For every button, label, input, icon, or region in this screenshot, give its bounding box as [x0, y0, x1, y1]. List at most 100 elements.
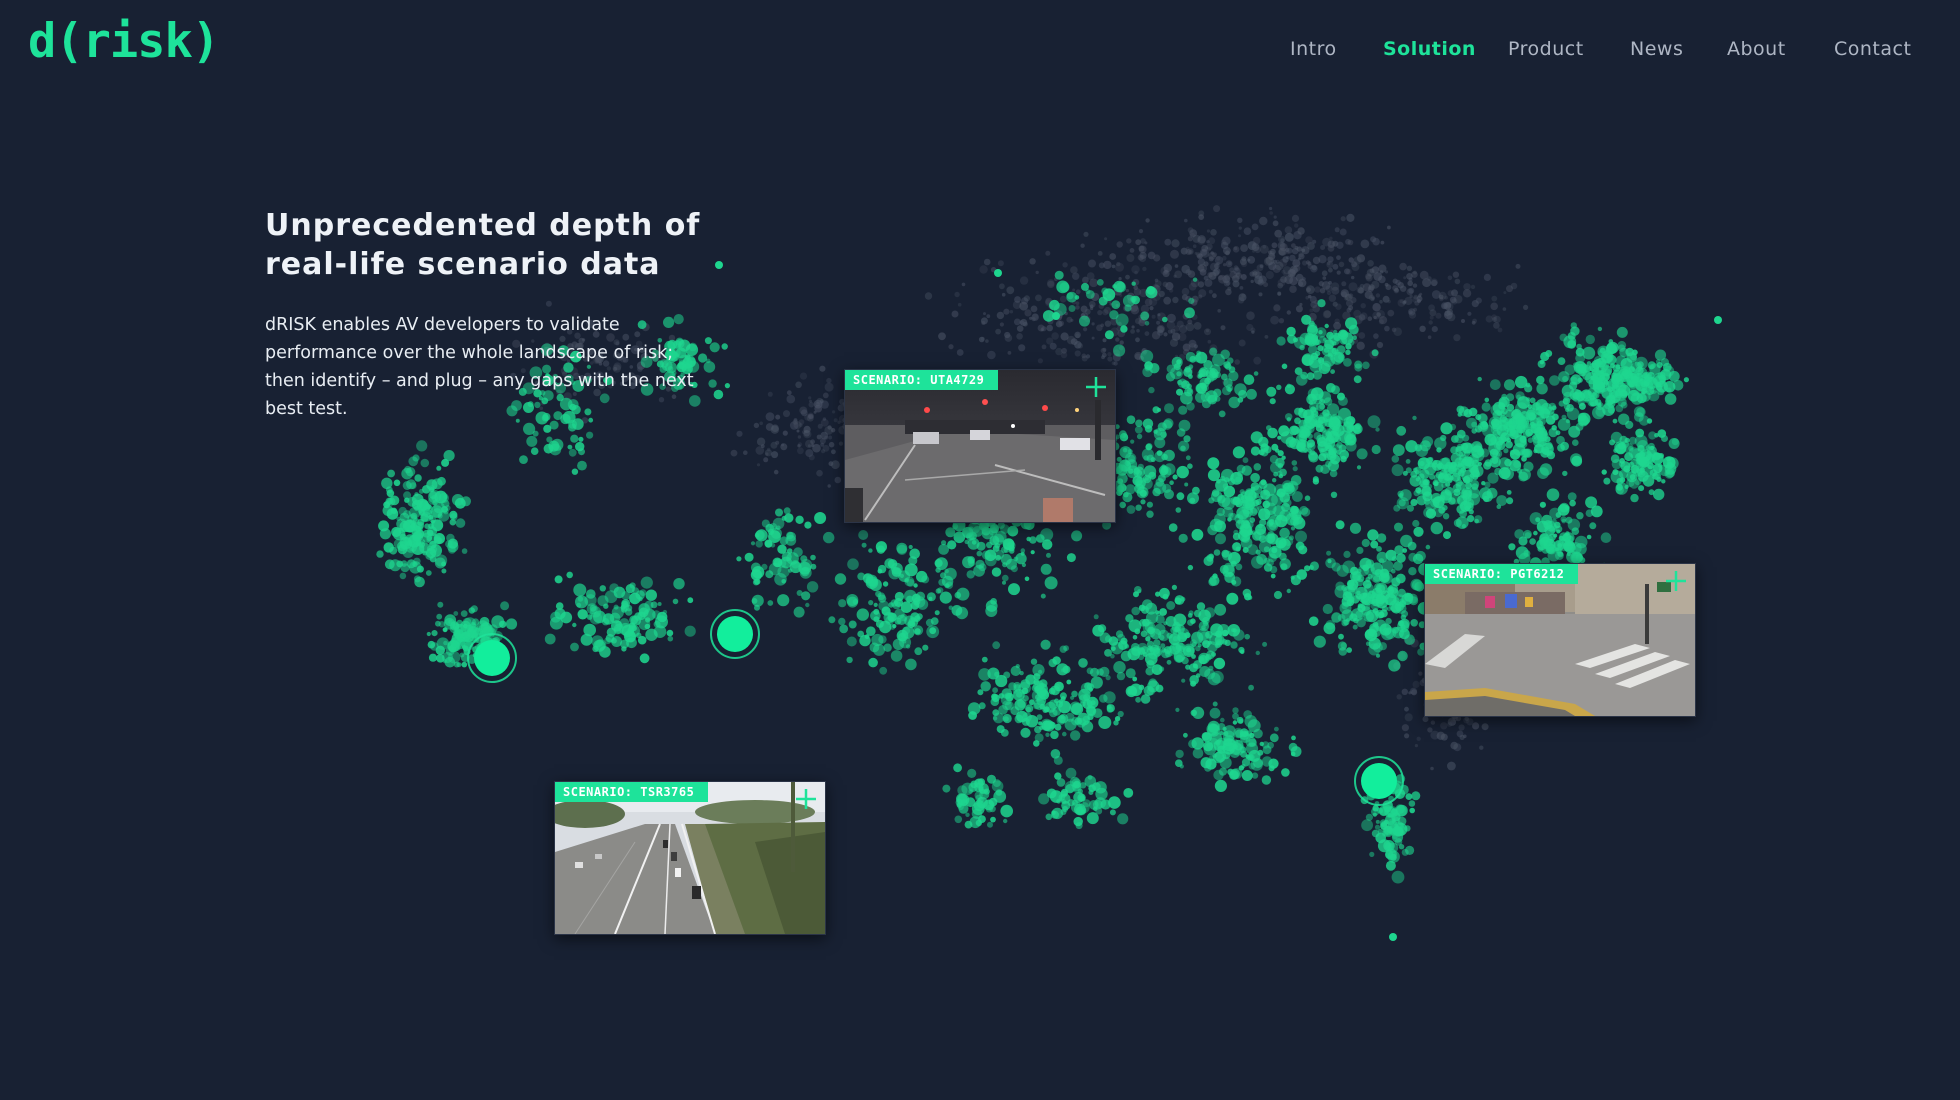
nav-product[interactable]: Product	[1508, 38, 1584, 60]
map-scenario-dot	[1495, 440, 1506, 451]
map-scenario-dot	[953, 763, 962, 773]
nav-contact[interactable]: Contact	[1834, 38, 1911, 60]
map-haze-dot	[1346, 213, 1355, 222]
map-scenario-dot	[1131, 295, 1140, 305]
map-scenario-dot	[1309, 359, 1323, 373]
map-scenario-dot	[1535, 517, 1541, 523]
map-scenario-dot	[1627, 389, 1640, 402]
drisk-logo[interactable]: d(risk)	[28, 18, 220, 65]
scenario-card-pgt6212[interactable]: SCENARIO: PGT6212	[1424, 563, 1696, 717]
map-scenario-dot	[1134, 628, 1141, 635]
map-haze-dot	[1356, 254, 1366, 263]
map-haze-dot	[1444, 302, 1454, 311]
map-haze-dot	[1188, 282, 1197, 291]
map-scenario-dot	[1086, 667, 1094, 675]
map-scenario-dot	[1278, 473, 1284, 479]
map-scenario-dot	[1036, 714, 1043, 720]
map-scenario-dot	[1266, 520, 1274, 527]
map-haze-dot	[1367, 316, 1373, 322]
map-haze-dot	[1144, 241, 1148, 245]
nav-about[interactable]: About	[1727, 38, 1786, 60]
map-scenario-dot	[968, 789, 973, 794]
map-scenario-dot	[1397, 650, 1408, 662]
map-scenario-dot	[1181, 678, 1186, 683]
map-scenario-dot	[1299, 424, 1312, 438]
scenario-card-uta4729[interactable]: SCENARIO: UTA4729	[844, 369, 1116, 523]
map-haze-dot	[786, 394, 796, 404]
map-haze-dot	[1417, 294, 1422, 298]
map-haze-dot	[1431, 326, 1438, 333]
map-haze-dot	[1107, 352, 1112, 357]
plus-icon[interactable]	[1085, 376, 1107, 398]
map-scenario-dot	[1537, 467, 1549, 479]
map-scenario-dot	[1369, 851, 1375, 858]
map-haze-dot	[1367, 260, 1374, 267]
map-haze-dot	[1404, 733, 1410, 739]
map-haze-dot	[1450, 741, 1458, 750]
map-scenario-dot	[1463, 476, 1469, 481]
map-scenario-dot	[828, 616, 836, 624]
map-scenario-dot	[1271, 547, 1278, 554]
scenario-card-tsr3765[interactable]: SCENARIO: TSR3765	[554, 781, 826, 935]
plus-icon[interactable]	[795, 788, 817, 810]
map-scenario-dot	[976, 796, 988, 809]
map-scenario-dot	[1405, 459, 1411, 464]
map-scenario-dot	[1123, 491, 1129, 498]
map-scenario-dot	[1529, 538, 1536, 545]
map-haze-dot	[1223, 280, 1230, 287]
map-scenario-dot	[1266, 425, 1272, 431]
map-scenario-dot	[1558, 535, 1564, 541]
map-haze-dot	[1371, 266, 1380, 274]
map-scenario-dot	[1391, 464, 1404, 477]
nav-intro[interactable]: Intro	[1290, 38, 1337, 60]
map-scenario-dot	[940, 572, 947, 579]
map-scenario-dot	[1457, 463, 1463, 468]
map-scenario-dot	[1322, 603, 1333, 615]
map-scenario-dot	[441, 568, 447, 574]
nav-news[interactable]: News	[1630, 38, 1683, 60]
map-scenario-dot	[1178, 405, 1188, 415]
map-scenario-dot	[1349, 522, 1362, 534]
hotspot-california[interactable]	[467, 633, 517, 683]
map-scenario-dot	[1461, 442, 1473, 454]
map-scenario-dot	[1342, 560, 1356, 574]
map-scenario-dot	[1033, 673, 1041, 681]
map-haze-dot	[1360, 239, 1370, 249]
map-haze-dot	[1319, 288, 1326, 294]
map-haze-dot	[1080, 243, 1085, 248]
map-haze-dot	[1493, 322, 1500, 329]
map-scenario-dot	[1173, 363, 1181, 371]
map-scenario-dot	[1518, 471, 1529, 482]
map-scenario-dot	[1155, 684, 1164, 693]
map-haze-dot	[808, 454, 815, 461]
map-scenario-dot	[1166, 632, 1173, 639]
map-scenario-dot	[645, 628, 658, 641]
map-scenario-dot	[1110, 653, 1115, 659]
map-scenario-dot	[1198, 367, 1209, 378]
map-scenario-dot	[1215, 478, 1229, 492]
map-scenario-dot	[1326, 550, 1332, 556]
hotspot-arizona[interactable]	[710, 609, 760, 659]
map-scenario-dot	[1062, 665, 1071, 674]
map-scenario-dot	[1505, 440, 1513, 449]
map-scenario-dot	[990, 816, 996, 823]
plus-icon[interactable]	[1665, 570, 1687, 592]
nav-solution[interactable]: Solution	[1383, 38, 1476, 60]
map-scenario-dot	[1412, 519, 1420, 528]
map-haze-dot	[782, 430, 788, 436]
map-haze-dot	[786, 390, 792, 396]
map-haze-dot	[1031, 313, 1039, 322]
map-haze-dot	[1419, 270, 1429, 280]
map-haze-dot	[1416, 736, 1421, 741]
map-haze-dot	[1085, 354, 1091, 359]
map-scenario-dot	[1239, 649, 1245, 655]
map-scenario-dot	[1043, 720, 1055, 732]
map-scenario-dot	[1191, 654, 1196, 659]
map-haze-dot	[767, 391, 773, 397]
hotspot-florida[interactable]	[1354, 756, 1404, 806]
map-scenario-dot	[638, 596, 643, 602]
map-haze-dot	[1270, 248, 1276, 255]
scenario-label: SCENARIO: PGT6212	[1425, 564, 1579, 584]
map-haze-dot	[1428, 304, 1435, 312]
map-scenario-dot	[1135, 419, 1143, 427]
